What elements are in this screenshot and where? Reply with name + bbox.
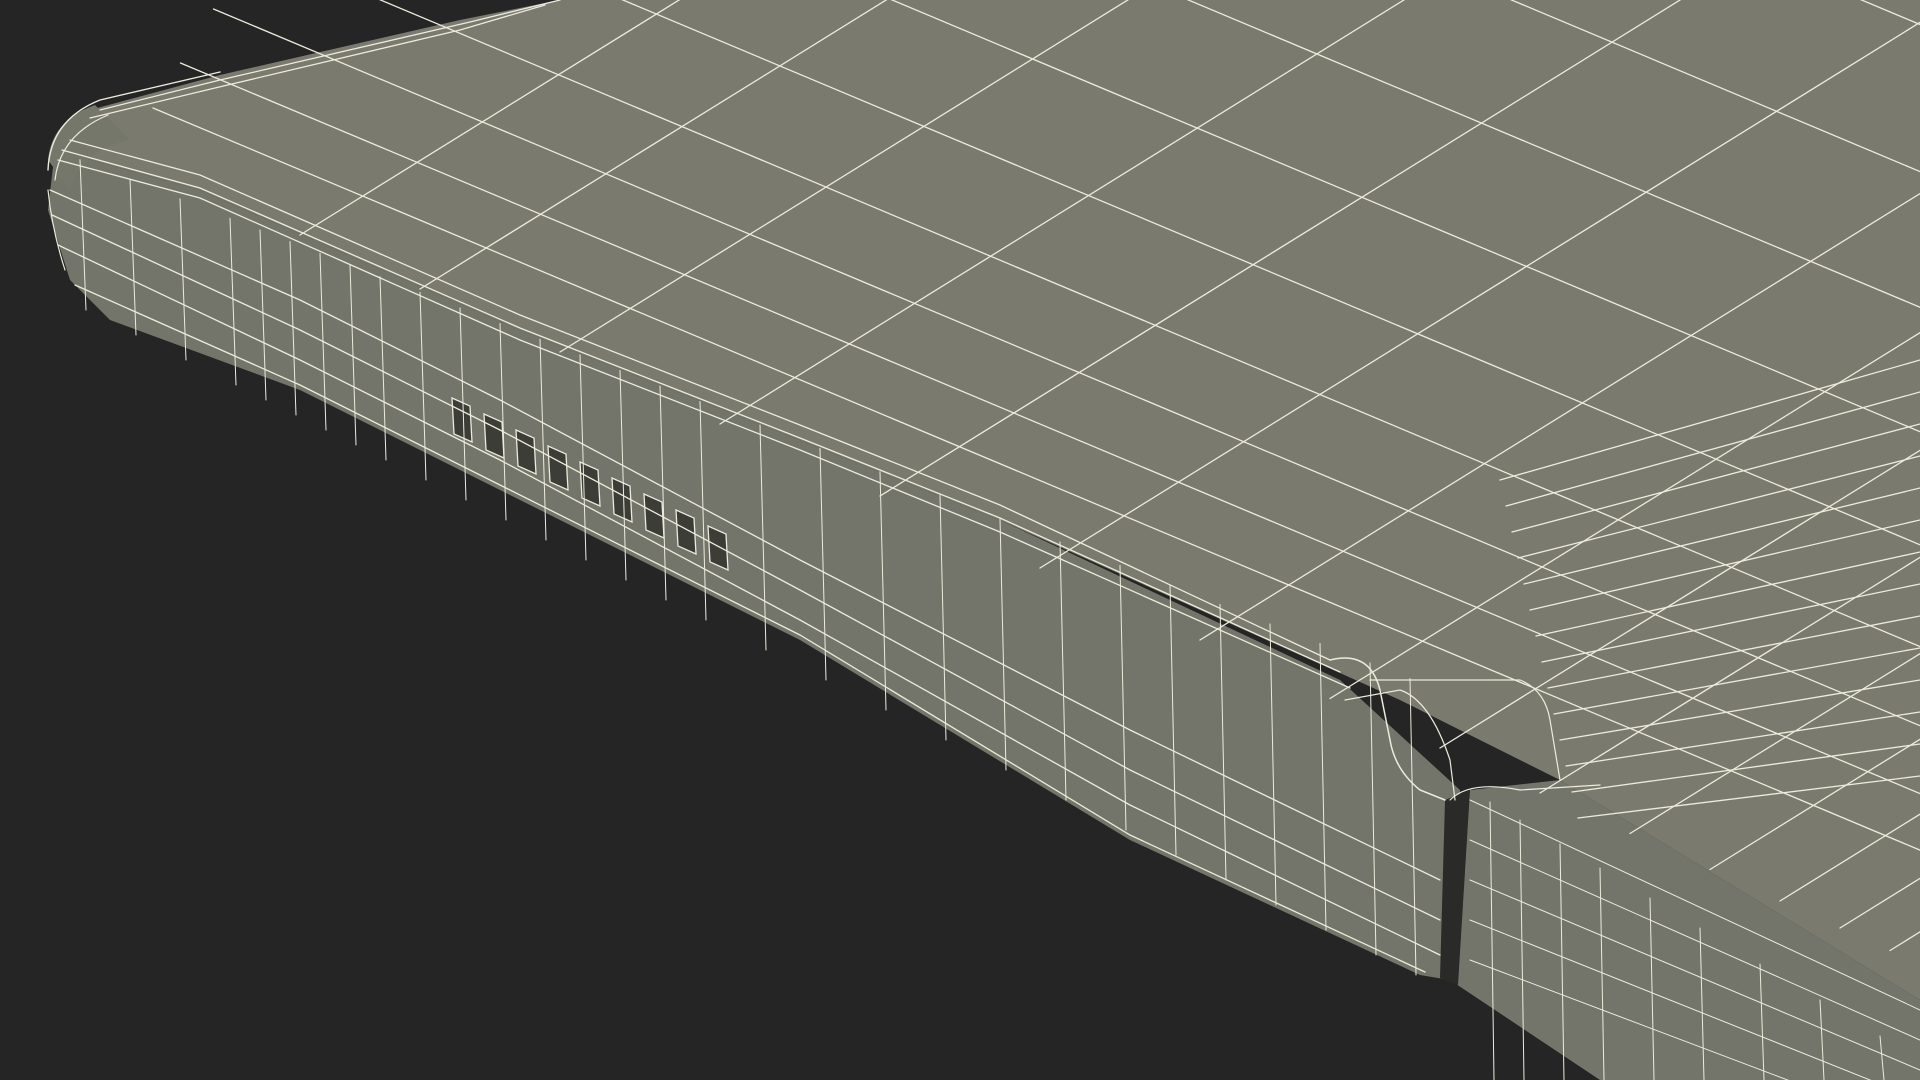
- wireframe-render-scene: [0, 0, 1920, 1080]
